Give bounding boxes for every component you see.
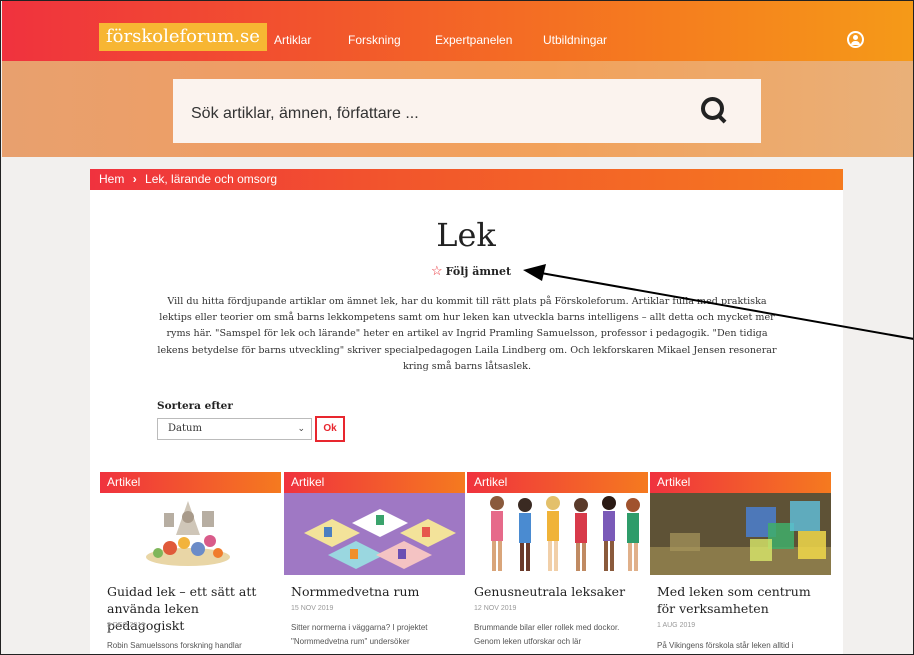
annotation-arrow: [523, 264, 913, 340]
browser-frame: förskoleforum.se Artiklar Forskning Expe…: [0, 0, 914, 655]
